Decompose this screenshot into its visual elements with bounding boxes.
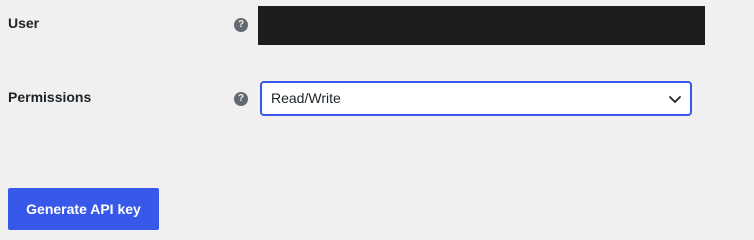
permissions-label: Permissions	[8, 89, 92, 105]
question-circle-icon[interactable]: ?	[234, 92, 248, 106]
api-key-form: User ? Permissions ? Read/Write Generate…	[0, 0, 754, 240]
chevron-down-icon	[669, 96, 681, 103]
permissions-selected-value: Read/Write	[271, 90, 341, 106]
user-label: User	[8, 15, 40, 31]
permissions-select[interactable]: Read/Write	[260, 81, 692, 116]
user-field[interactable]	[258, 6, 705, 45]
generate-api-key-button[interactable]: Generate API key	[8, 188, 159, 230]
question-circle-icon[interactable]: ?	[234, 18, 248, 32]
